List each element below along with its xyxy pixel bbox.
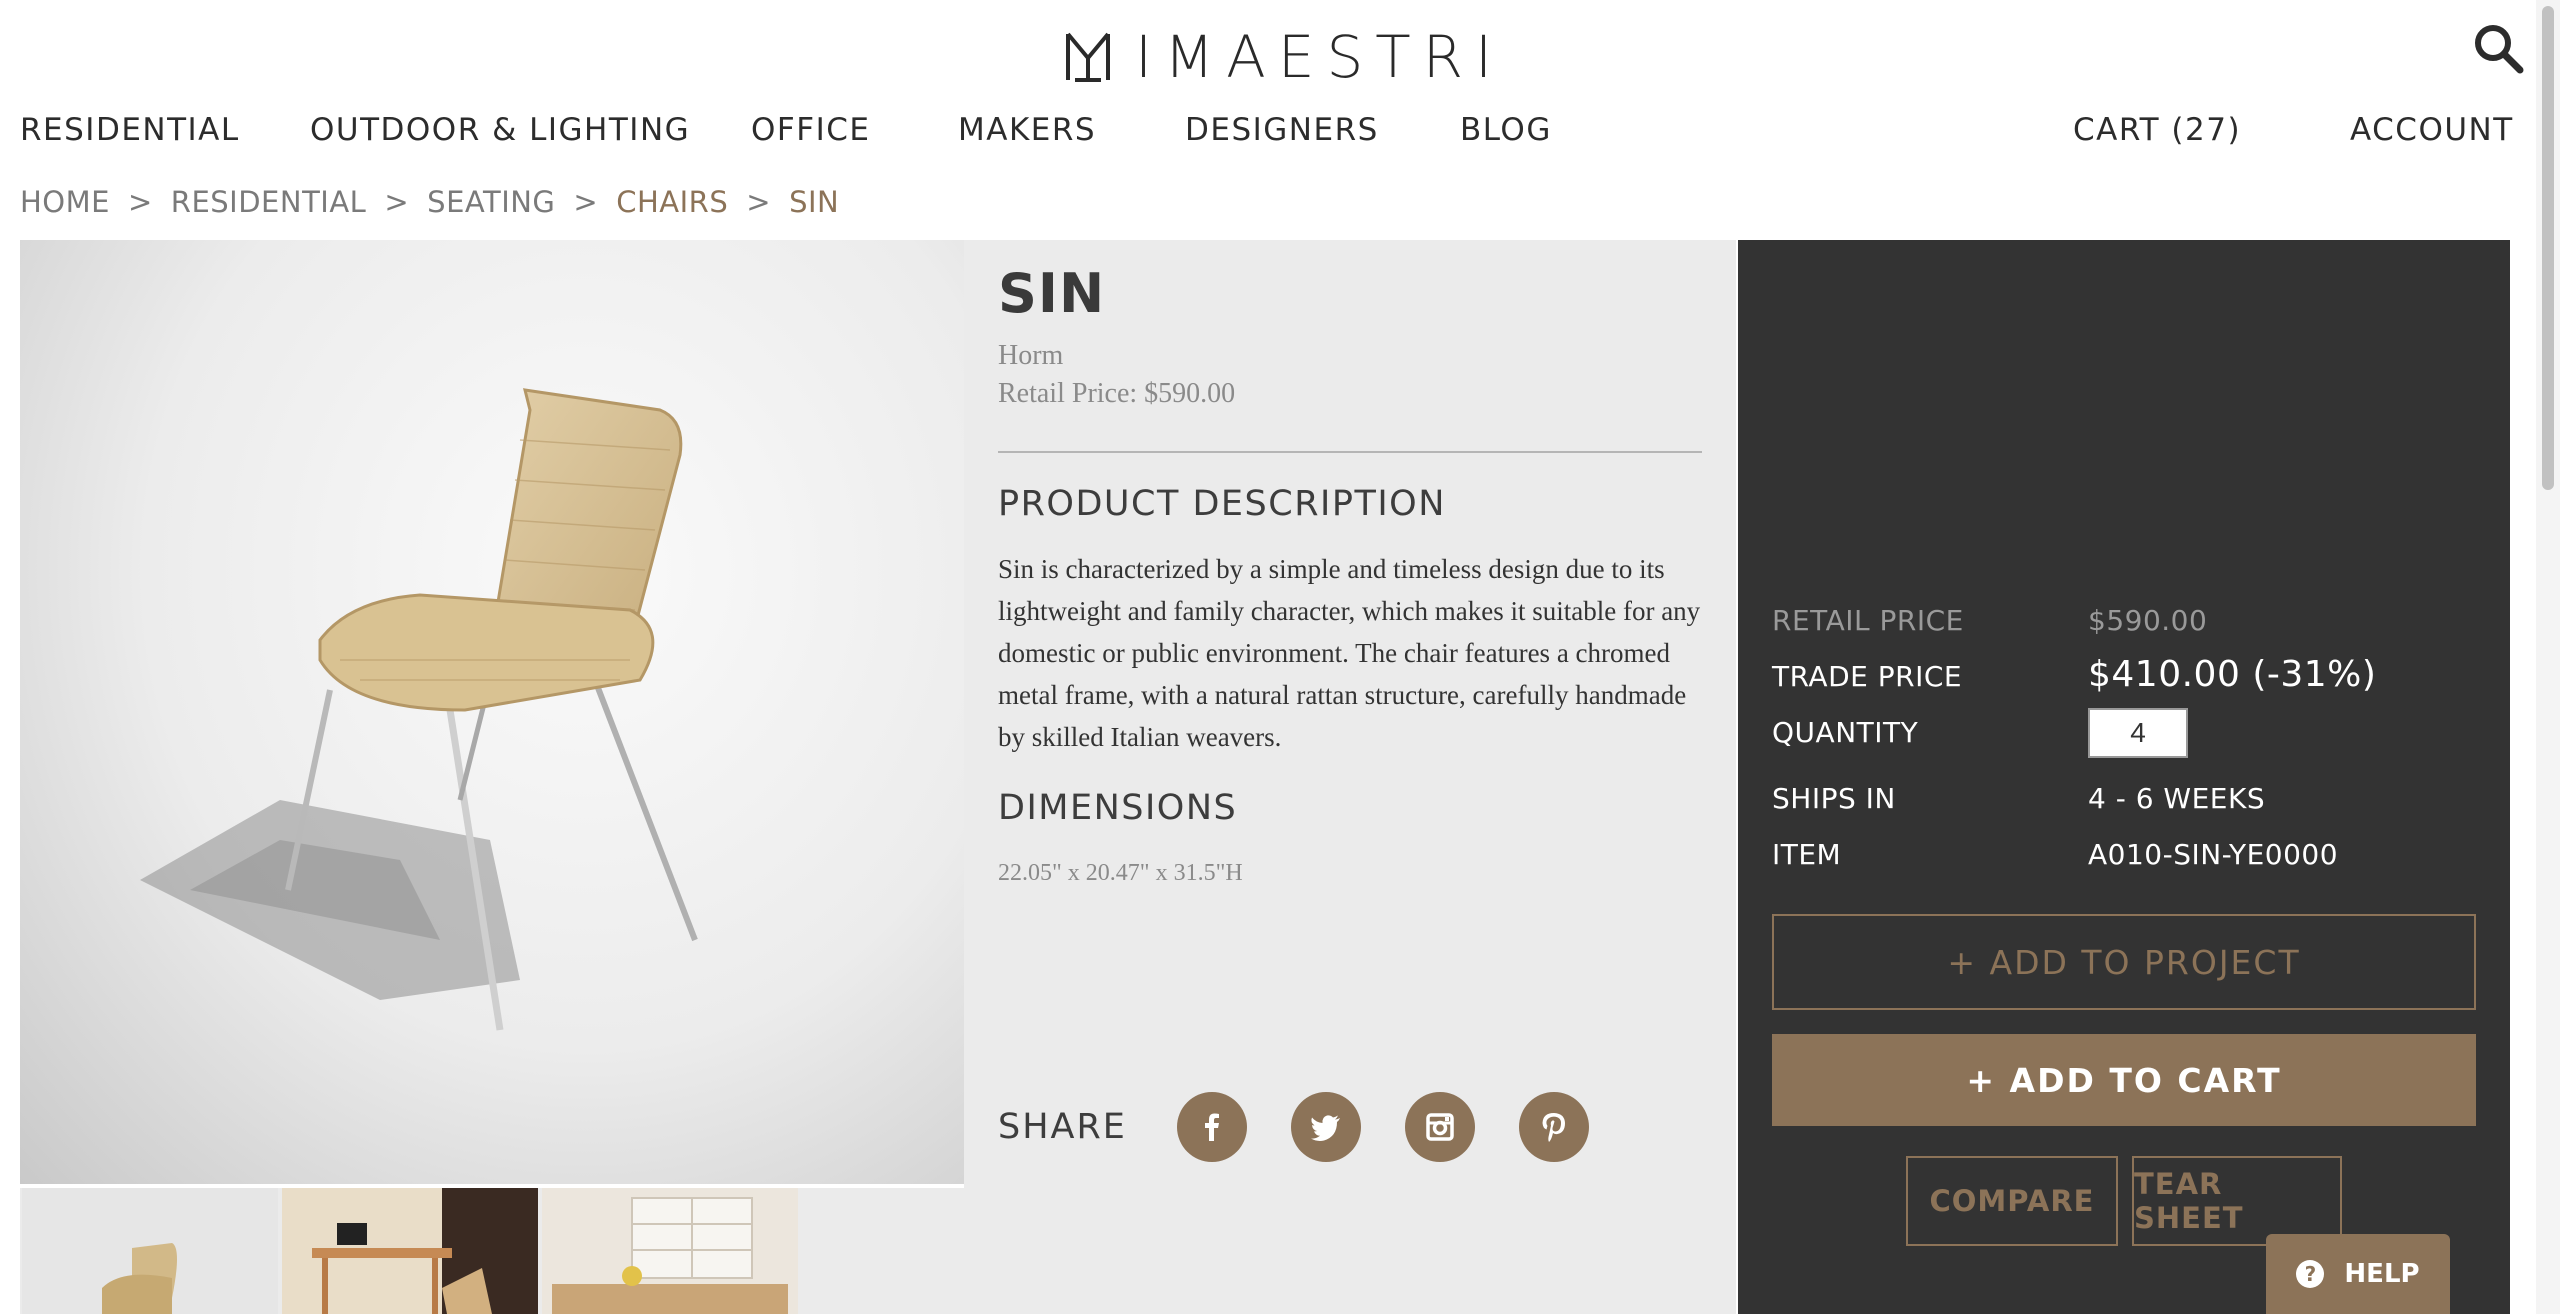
share-section: SHARE [998,1092,1633,1162]
breadcrumb-current: SIN [789,185,840,219]
thumbnail-1[interactable] [22,1188,278,1314]
twitter-icon [1310,1115,1340,1141]
nav-item-residential[interactable]: RESIDENTIAL [20,112,240,148]
retail-price-value: $590.00 [2088,604,2208,637]
thumbnail-chair-illustration [102,1243,177,1314]
thumbnail-room-illustration [542,1188,798,1314]
cart-link[interactable]: CART (27) [2073,112,2241,148]
help-icon: ? [2296,1260,2325,1288]
quantity-row: QUANTITY [1772,708,2476,766]
retail-price-label: RETAIL PRICE [1772,604,1964,637]
product-description: Sin is characterized by a simple and tim… [998,554,1701,752]
facebook-icon [1204,1113,1219,1141]
item-value: A010-SIN-YE0000 [2088,838,2339,871]
thumbnail-strip [20,1188,964,1314]
page-scrollbar[interactable] [2536,0,2560,1314]
item-label: ITEM [1772,838,1842,871]
scrollbar-thumb[interactable] [2542,6,2554,490]
breadcrumb-separator: > [573,185,599,219]
nav-item-makers[interactable]: MAKERS [958,112,1096,148]
quantity-input[interactable] [2088,708,2188,758]
divider [998,451,1702,453]
description-heading: PRODUCT DESCRIPTION [998,484,1446,524]
ships-in-row: SHIPS IN 4 - 6 WEEKS [1772,782,2476,832]
add-to-project-button[interactable]: + ADD TO PROJECT [1772,914,2476,1010]
breadcrumb-chairs[interactable]: CHAIRS [616,185,728,219]
purchase-panel: RETAIL PRICE $590.00 TRADE PRICE $410.00… [1738,240,2510,1314]
breadcrumb-residential[interactable]: RESIDENTIAL [171,185,367,219]
ships-in-value: 4 - 6 WEEKS [2088,782,2266,815]
product-title: SIN [998,262,1106,325]
logo[interactable]: IMAESTRI [1065,23,1504,91]
main-nav: RESIDENTIAL OUTDOOR & LIGHTING OFFICE MA… [20,112,2538,156]
item-row: ITEM A010-SIN-YE0000 [1772,838,2476,888]
nav-item-office[interactable]: OFFICE [751,112,870,148]
breadcrumb: HOME > RESIDENTIAL > SEATING > CHAIRS > … [20,182,839,222]
compare-button[interactable]: COMPARE [1906,1156,2118,1246]
nav-item-blog[interactable]: BLOG [1460,112,1552,148]
tear-sheet-button[interactable]: TEAR SHEET [2132,1156,2342,1246]
trade-price-label: TRADE PRICE [1772,660,1963,693]
breadcrumb-seating[interactable]: SEATING [427,185,555,219]
twitter-button[interactable] [1290,1092,1361,1162]
help-button[interactable]: ? HELP [2266,1234,2450,1314]
product-brand[interactable]: Horm [998,340,1063,372]
search-button[interactable] [2472,22,2524,74]
search-icon [2475,25,2524,74]
ships-in-label: SHIPS IN [1772,782,1896,815]
quantity-label: QUANTITY [1772,716,1919,749]
thumbnail-3[interactable] [542,1188,798,1314]
product-image[interactable] [20,240,964,1184]
instagram-button[interactable] [1404,1092,1475,1162]
breadcrumb-separator: > [127,185,153,219]
dimensions-heading: DIMENSIONS [998,788,1238,828]
product-dimensions: 22.05" x 20.47" x 31.5"H [998,860,1243,886]
product-retail-price: Retail Price: $590.00 [998,378,1236,409]
retail-price-row: RETAIL PRICE $590.00 [1772,604,2476,654]
trade-price-value: $410.00 (-31%) [2088,654,2377,695]
logo-text: IMAESTRI [1135,23,1505,91]
share-label: SHARE [998,1107,1127,1147]
product-main: SIN Horm Retail Price: $590.00 PRODUCT D… [20,240,2510,1314]
trade-price-row: TRADE PRICE $410.00 (-31%) [1772,654,2476,710]
breadcrumb-home[interactable]: HOME [20,185,110,219]
nav-item-outdoor-lighting[interactable]: OUTDOOR & LIGHTING [310,112,690,148]
pinterest-button[interactable] [1518,1092,1589,1162]
account-link[interactable]: ACCOUNT [2350,112,2514,148]
nav-item-designers[interactable]: DESIGNERS [1185,112,1379,148]
help-label: HELP [2344,1259,2420,1289]
product-info: SIN Horm Retail Price: $590.00 PRODUCT D… [964,240,1736,1314]
add-to-cart-button[interactable]: + ADD TO CART [1772,1034,2476,1126]
facebook-button[interactable] [1176,1092,1247,1162]
logo-mark-icon [1066,32,1110,82]
thumbnail-2[interactable] [282,1188,538,1314]
pinterest-icon [1542,1113,1565,1142]
breadcrumb-separator: > [384,185,410,219]
chair-illustration [140,388,698,1031]
thumbnail-desk-illustration [282,1188,538,1314]
breadcrumb-separator: > [746,185,772,219]
instagram-icon [1426,1113,1454,1141]
